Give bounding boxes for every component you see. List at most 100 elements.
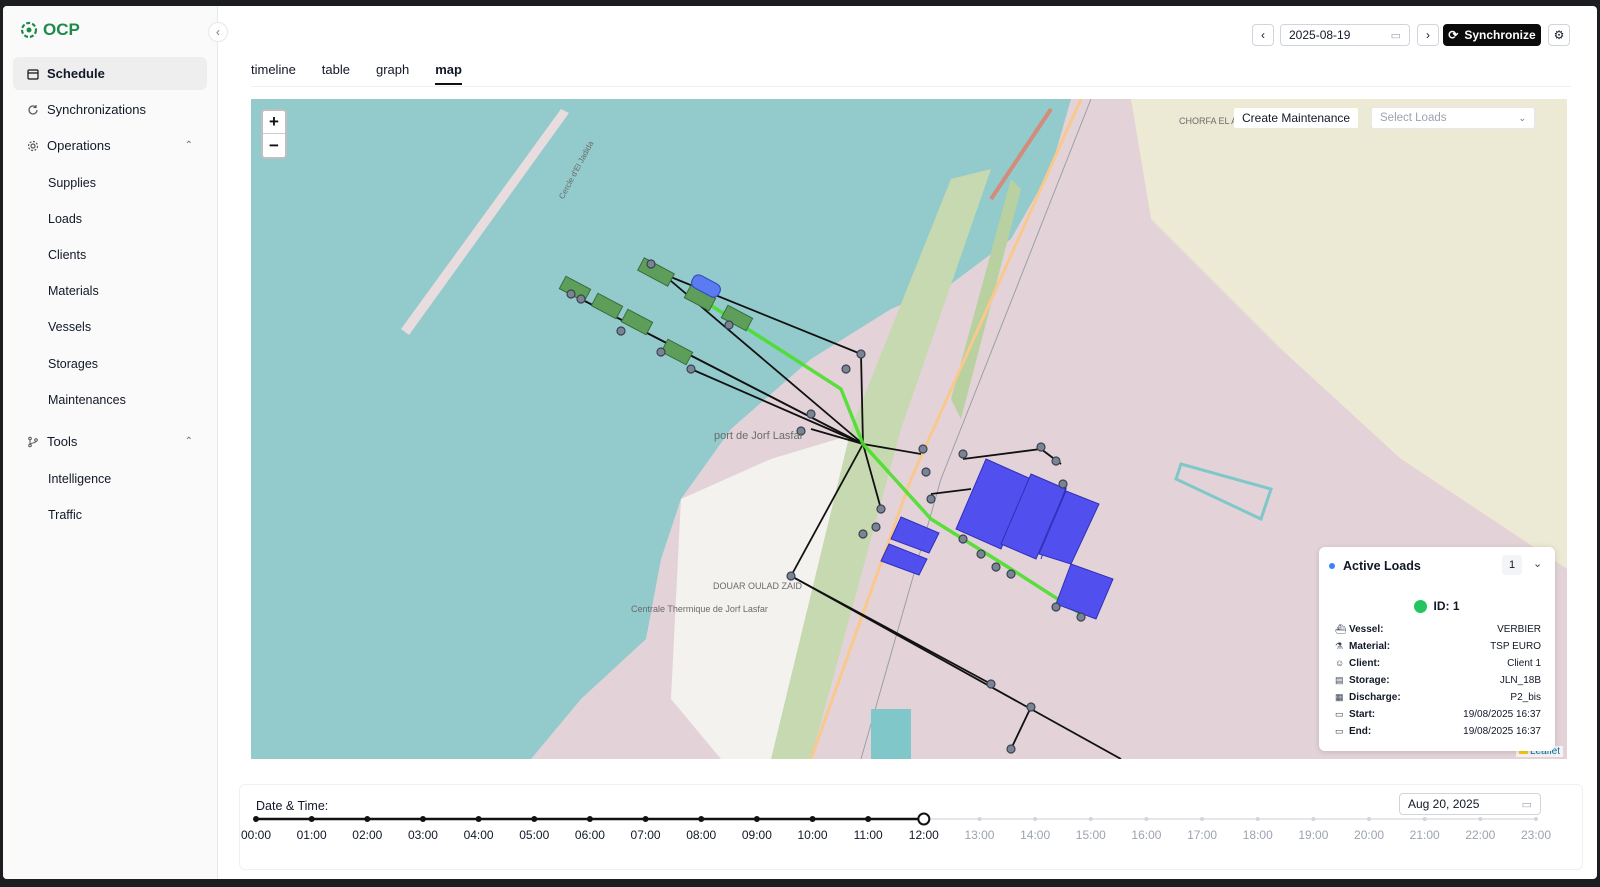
tab-timeline[interactable]: timeline — [251, 62, 296, 85]
calendar-icon — [27, 68, 39, 80]
load-id-label: ID: 1 — [1433, 599, 1460, 613]
slider-hour-label: 19:00 — [1298, 828, 1328, 842]
sidebar-item-label: Tools — [47, 434, 78, 449]
load-row-key: Storage: — [1349, 674, 1390, 686]
sidebar: OCP ‹ Schedule Synchronizations Operatio… — [3, 6, 228, 879]
slider-hour-label: 02:00 — [352, 828, 382, 842]
slider-hour-label: 15:00 — [1076, 828, 1106, 842]
load-row-start: ▭ Start: 19/08/2025 16:37 — [1335, 706, 1541, 722]
synchronize-button[interactable]: ⟳ Synchronize — [1443, 24, 1541, 46]
slider-tick[interactable] — [586, 816, 593, 822]
sidebar-item-label: Synchronizations — [47, 102, 146, 117]
slider-tick[interactable] — [1367, 817, 1372, 821]
slider-hour-label: 21:00 — [1410, 828, 1440, 842]
settings-button[interactable]: ⚙ — [1548, 24, 1570, 46]
sidebar-subitem-storages[interactable]: Storages — [48, 357, 98, 371]
slider-hour-label: 06:00 — [575, 828, 605, 842]
previous-date-button[interactable]: ‹ — [1252, 24, 1274, 46]
gear-icon — [27, 140, 39, 151]
slider-tick[interactable] — [531, 816, 538, 822]
collapse-sidebar-button[interactable]: ‹ — [208, 22, 228, 42]
sidebar-subitem-loads[interactable]: Loads — [48, 212, 82, 226]
chevron-down-icon[interactable]: ⌄ — [1533, 557, 1542, 570]
date-value: 2025-08-19 — [1289, 28, 1351, 42]
slider-tick[interactable] — [698, 816, 705, 822]
tab-graph[interactable]: graph — [376, 62, 409, 85]
branch-icon — [28, 436, 38, 447]
zoom-in-button[interactable]: + — [263, 111, 285, 134]
slider-hour-label: 05:00 — [519, 828, 549, 842]
slider-tick[interactable] — [364, 816, 371, 822]
sidebar-subitem-materials[interactable]: Materials — [48, 284, 99, 298]
slider-tick[interactable] — [253, 816, 259, 822]
load-row-value: TSP EURO — [1490, 640, 1541, 652]
slider-hour-label: 12:00 — [909, 828, 939, 842]
next-date-button[interactable]: › — [1417, 24, 1439, 46]
slider-hour-label: 20:00 — [1354, 828, 1384, 842]
slider-hour-label: 14:00 — [1020, 828, 1050, 842]
sidebar-subitem-intelligence[interactable]: Intelligence — [48, 472, 111, 486]
slider-hour-label: 03:00 — [408, 828, 438, 842]
load-row-value: 19/08/2025 16:37 — [1463, 708, 1541, 720]
chevron-up-icon: ⌃ — [184, 436, 193, 447]
slider-tick[interactable] — [642, 816, 649, 822]
tab-table[interactable]: table — [322, 62, 350, 85]
sidebar-subitem-maintenances[interactable]: Maintenances — [48, 393, 126, 407]
slider-hour-label: 09:00 — [742, 828, 772, 842]
date-picker[interactable]: 2025-08-19 ▭ — [1280, 24, 1410, 46]
slider-tick[interactable] — [475, 816, 482, 822]
slider-handle[interactable] — [917, 812, 931, 826]
chevron-right-icon: › — [1426, 28, 1430, 42]
load-row-key: Vessel: — [1349, 623, 1384, 635]
sidebar-item-label: Operations — [47, 138, 111, 153]
slider-hour-label: 17:00 — [1187, 828, 1217, 842]
slider-tick[interactable] — [865, 816, 872, 822]
active-loads-header[interactable]: Active Loads — [1329, 559, 1421, 573]
sidebar-item-synchronizations[interactable]: Synchronizations — [13, 93, 207, 126]
zoom-out-button[interactable]: − — [263, 134, 285, 157]
slider-tick[interactable] — [1311, 817, 1316, 821]
ocp-logo[interactable]: OCP — [19, 20, 80, 40]
slider-hour-label: 04:00 — [464, 828, 494, 842]
sidebar-subitem-vessels[interactable]: Vessels — [48, 320, 91, 334]
database-icon: ▤ — [1335, 674, 1344, 685]
sidebar-item-operations[interactable]: Operations ⌃ — [13, 129, 207, 162]
calendar-icon: ▭ — [1521, 798, 1532, 811]
chevron-left-icon: ‹ — [1261, 28, 1265, 42]
load-row-material: ⚗ Material: TSP EURO — [1335, 638, 1541, 654]
slider-hour-label: 11:00 — [854, 828, 883, 842]
load-row-value: P2_bis — [1510, 691, 1541, 703]
load-row-key: End: — [1349, 725, 1372, 737]
sidebar-item-tools[interactable]: Tools ⌃ — [13, 425, 207, 458]
load-row-value: 19/08/2025 16:37 — [1463, 725, 1541, 737]
slider-tick[interactable] — [308, 816, 315, 822]
active-loads-panel: Active Loads 1 ⌄ ID: 1 ⛴ Vessel: VERBIER ⚗… — [1319, 547, 1555, 751]
refresh-icon — [28, 104, 38, 115]
slider-tick[interactable] — [1478, 817, 1483, 821]
sidebar-item-label: Schedule — [47, 66, 105, 81]
slider-tick[interactable] — [419, 816, 426, 822]
sidebar-subitem-supplies[interactable]: Supplies — [48, 176, 96, 190]
slider-tick[interactable] — [1422, 817, 1427, 821]
zoom-control: + − — [261, 109, 287, 159]
sidebar-item-schedule[interactable]: Schedule — [13, 57, 207, 90]
time-slider[interactable]: 00:00 01:00 02:00 03:00 04:00 05:00 06:00 07:00… — [240, 811, 1584, 871]
sidebar-subitem-clients[interactable]: Clients — [48, 248, 86, 262]
create-maintenance-button[interactable]: Create Maintenance — [1234, 108, 1359, 128]
select-loads-dropdown[interactable]: Select Loads ⌄ — [1371, 107, 1535, 129]
slider-tick[interactable] — [1255, 817, 1260, 821]
view-tabs: timeline table graph map — [251, 62, 462, 85]
slider-tick[interactable] — [1200, 817, 1205, 821]
slider-tick[interactable] — [1033, 817, 1038, 821]
slider-tick[interactable] — [977, 817, 982, 821]
slider-hour-label: 22:00 — [1465, 828, 1495, 842]
sidebar-subitem-traffic[interactable]: Traffic — [48, 508, 82, 522]
tab-map[interactable]: map — [435, 62, 462, 85]
slider-tick[interactable] — [1088, 817, 1093, 821]
load-id: ID: 1 — [1319, 599, 1555, 613]
slider-tick[interactable] — [1534, 817, 1538, 821]
app-window: OCP ‹ Schedule Synchronizations Operatio… — [3, 6, 1597, 879]
slider-tick[interactable] — [1144, 817, 1149, 821]
slider-tick[interactable] — [753, 816, 760, 822]
slider-tick[interactable] — [809, 816, 816, 822]
